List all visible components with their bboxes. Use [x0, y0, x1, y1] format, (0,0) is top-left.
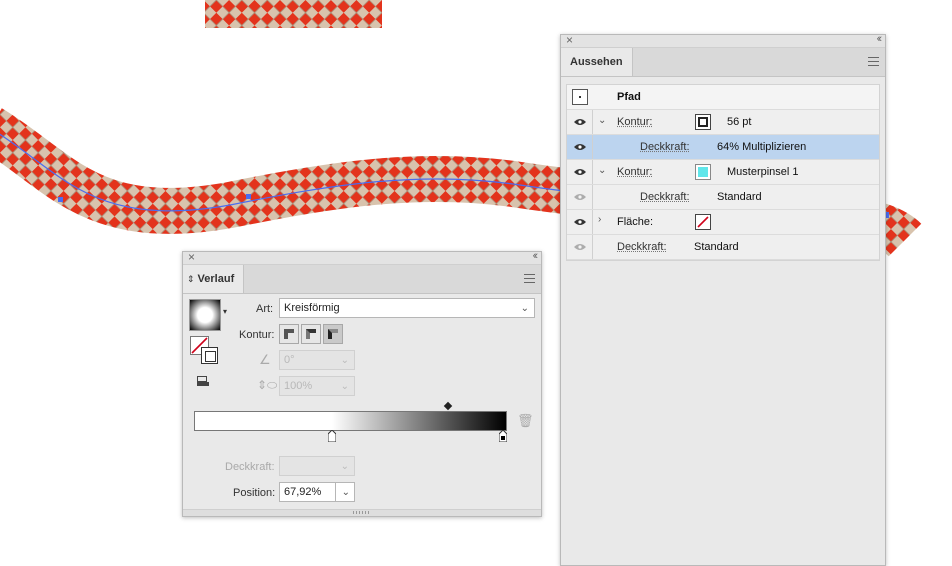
tab-gradient-label: Verlauf [198, 273, 235, 285]
angle-field[interactable]: 0° ⌄ [279, 350, 355, 370]
fill-label[interactable]: Fläche: [617, 216, 653, 228]
chevron-down-icon[interactable]: ⌄ [598, 165, 606, 176]
chevron-down-icon: ⌄ [341, 352, 349, 370]
visibility-eye-icon[interactable] [574, 243, 586, 251]
position-field[interactable]: 67,92% ⌄ [279, 482, 355, 502]
opacity-label[interactable]: Deckkraft: [617, 241, 667, 253]
pattern-swatch-preview [205, 0, 382, 28]
object-thumbnail-icon [572, 89, 588, 105]
stroke-label: Kontur: [239, 329, 274, 341]
chevron-down-icon[interactable]: ▾ [223, 307, 227, 316]
visibility-eye-icon[interactable] [574, 118, 586, 126]
tab-toggle-icon[interactable]: ⇕ [187, 274, 195, 284]
stroke-gradient-across-button[interactable] [323, 324, 343, 344]
opacity-field[interactable]: ⌄ [279, 456, 355, 476]
appearance-row-stroke-1[interactable]: ⌄ Kontur: 56 pt [567, 110, 879, 135]
close-icon[interactable]: × [566, 33, 573, 47]
gradient-type-select[interactable]: Kreisförmig ⌄ [279, 298, 535, 318]
tab-appearance[interactable]: Aussehen [561, 48, 633, 76]
appearance-panel: × ‹‹ Aussehen Pfad ⌄ Kontur: 56 pt Deckk… [560, 34, 886, 566]
brush-name-value[interactable]: Musterpinsel 1 [727, 166, 799, 178]
stroke-label[interactable]: Kontur: [617, 166, 652, 178]
opacity-label[interactable]: Deckkraft: [640, 191, 690, 203]
resize-grip[interactable] [183, 509, 541, 516]
stroke-gradient-buttons [279, 324, 349, 344]
stroke-color-swatch[interactable] [695, 164, 711, 180]
panel-title-bar[interactable]: × ‹‹ [561, 35, 885, 48]
panel-menu-icon[interactable] [868, 57, 879, 66]
color-stop-white[interactable] [328, 430, 335, 441]
trash-icon[interactable]: 🗑 [517, 413, 534, 429]
close-icon[interactable]: × [188, 250, 195, 264]
chevron-down-icon: ⌄ [342, 484, 350, 502]
aspect-ratio-field[interactable]: 100% ⌄ [279, 376, 355, 396]
chevron-down-icon: ⌄ [521, 300, 529, 318]
visibility-eye-icon[interactable] [574, 168, 586, 176]
chevron-down-icon: ⌄ [341, 458, 349, 476]
opacity-value[interactable]: Standard [717, 191, 762, 203]
aspect-ratio-value: 100% [284, 380, 312, 392]
stroke-weight-value[interactable]: 56 pt [727, 116, 751, 128]
position-value[interactable]: 67,92% [284, 486, 321, 498]
position-dropdown-button[interactable]: ⌄ [335, 483, 354, 501]
stroke-gradient-along-button[interactable] [301, 324, 321, 344]
visibility-eye-icon[interactable] [574, 143, 586, 151]
appearance-object-row[interactable]: Pfad [567, 85, 879, 110]
gradient-type-value: Kreisförmig [284, 302, 340, 314]
anchor-point[interactable] [246, 194, 251, 199]
opacity-value[interactable]: Standard [694, 241, 739, 253]
type-label: Art: [256, 303, 273, 315]
fill-stroke-proxy-icon[interactable] [190, 336, 220, 366]
collapse-icon[interactable]: ‹‹ [533, 250, 536, 262]
gradient-panel: × ‹‹ ⇕ Verlauf ▾ Art: Kreisförmig ⌄ Kontu… [182, 251, 542, 517]
appearance-list: Pfad ⌄ Kontur: 56 pt Deckkraft: 64% Mult… [566, 84, 880, 261]
chevron-right-icon[interactable]: › [598, 214, 601, 225]
angle-icon: ∠ [259, 352, 271, 368]
panel-tab-bar: Aussehen [561, 48, 885, 77]
stroke-swatch-icon[interactable] [695, 114, 711, 130]
object-type-label: Pfad [617, 91, 641, 103]
color-stop-black[interactable] [499, 430, 506, 441]
panel-menu-icon[interactable] [524, 274, 535, 283]
collapse-icon[interactable]: ‹‹ [877, 33, 880, 45]
opacity-label[interactable]: Deckkraft: [640, 141, 690, 153]
gradient-preview-thumbnail[interactable] [189, 299, 221, 331]
visibility-eye-icon[interactable] [574, 218, 586, 226]
aspect-ratio-icon: ⇕⬭ [257, 378, 277, 393]
appearance-row-opacity-1[interactable]: Deckkraft: 64% Multiplizieren [567, 135, 879, 160]
fill-none-swatch-icon[interactable] [695, 214, 711, 230]
position-label: Position: [233, 487, 275, 499]
appearance-row-stroke-2[interactable]: ⌄ Kontur: Musterpinsel 1 [567, 160, 879, 185]
appearance-row-opacity-3[interactable]: Deckkraft: Standard [567, 235, 879, 260]
stroke-gradient-within-button[interactable] [279, 324, 299, 344]
chevron-down-icon: ⌄ [341, 378, 349, 396]
anchor-point[interactable] [58, 197, 63, 202]
stroke-label[interactable]: Kontur: [617, 116, 652, 128]
opacity-value[interactable]: 64% Multiplizieren [717, 141, 806, 153]
appearance-row-opacity-2[interactable]: Deckkraft: Standard [567, 185, 879, 210]
panel-tab-bar: ⇕ Verlauf [183, 265, 541, 294]
midpoint-diamond-icon[interactable] [444, 402, 452, 410]
opacity-label: Deckkraft: [225, 461, 275, 473]
panel-title-bar[interactable]: × ‹‹ [183, 252, 541, 265]
chevron-down-icon[interactable]: ⌄ [598, 115, 606, 126]
gradient-annotator-icon[interactable] [197, 376, 213, 388]
gradient-slider[interactable] [194, 411, 507, 431]
appearance-row-fill[interactable]: › Fläche: [567, 210, 879, 235]
tab-gradient[interactable]: ⇕ Verlauf [183, 265, 244, 293]
visibility-eye-icon[interactable] [574, 193, 586, 201]
angle-value: 0° [284, 354, 295, 366]
